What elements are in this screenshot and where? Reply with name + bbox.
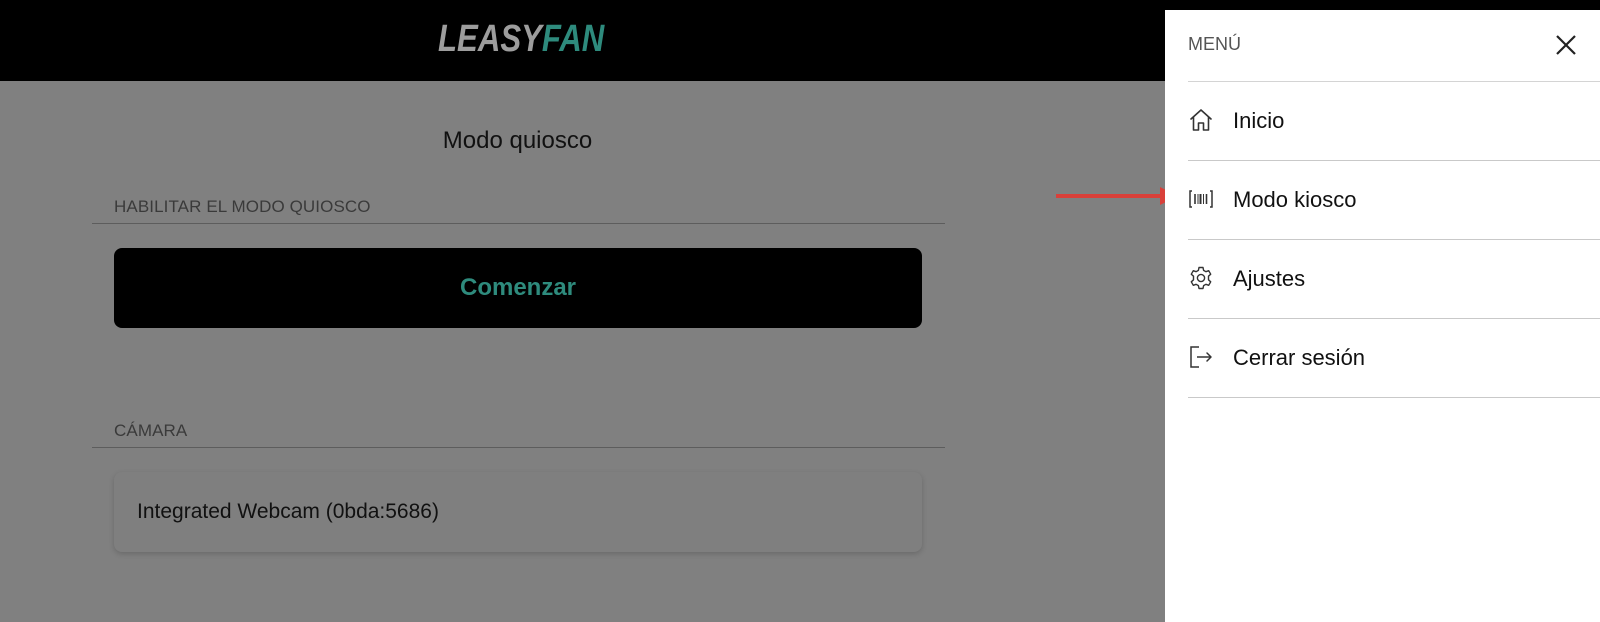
side-menu-panel: MENÚ Inicio Modo kiosco Ajustes Cerrar s…	[1165, 10, 1600, 622]
home-icon	[1190, 109, 1212, 131]
app-window: LEASYFAN Modo quiosco HABILITAR EL MODO …	[0, 0, 1600, 622]
menu-item-label: Ajustes	[1233, 266, 1306, 291]
camera-select-value: Integrated Webcam (0bda:5686)	[137, 500, 439, 523]
camera-section-label: CÁMARA	[114, 421, 188, 440]
camera-section-divider	[92, 447, 945, 448]
logo-text-part1: LEASY	[438, 18, 542, 60]
menu-item-modo-kiosco[interactable]: Modo kiosco	[1188, 161, 1600, 240]
annotation-arrow-shaft	[1056, 194, 1164, 198]
menu-item-ajustes[interactable]: Ajustes	[1188, 240, 1600, 319]
page-title: Modo quiosco	[442, 127, 593, 154]
menu-item-inicio[interactable]: Inicio	[1188, 82, 1600, 161]
kiosk-section-label: HABILITAR EL MODO QUIOSCO	[114, 197, 371, 216]
menu-title: MENÚ	[1188, 34, 1241, 54]
menu-item-label: Cerrar sesión	[1233, 345, 1366, 370]
camera-select[interactable]: Integrated Webcam (0bda:5686)	[114, 472, 922, 552]
start-kiosk-button[interactable]: Comenzar	[114, 248, 922, 328]
menu-item-cerrar-sesion[interactable]: Cerrar sesión	[1188, 319, 1600, 398]
brand-logo: LEASYFAN	[438, 20, 604, 58]
logo-text-part2: FAN	[541, 18, 605, 60]
kiosk-section-divider	[92, 223, 945, 224]
menu-item-label: Inicio	[1233, 108, 1285, 133]
close-icon	[1556, 35, 1576, 55]
gear-icon	[1190, 266, 1212, 290]
menu-item-label: Modo kiosco	[1233, 187, 1357, 212]
logout-icon	[1190, 346, 1212, 368]
close-menu-button[interactable]	[1551, 30, 1581, 60]
menu-header: MENÚ	[1188, 10, 1600, 82]
barcode-scan-icon	[1189, 190, 1213, 208]
